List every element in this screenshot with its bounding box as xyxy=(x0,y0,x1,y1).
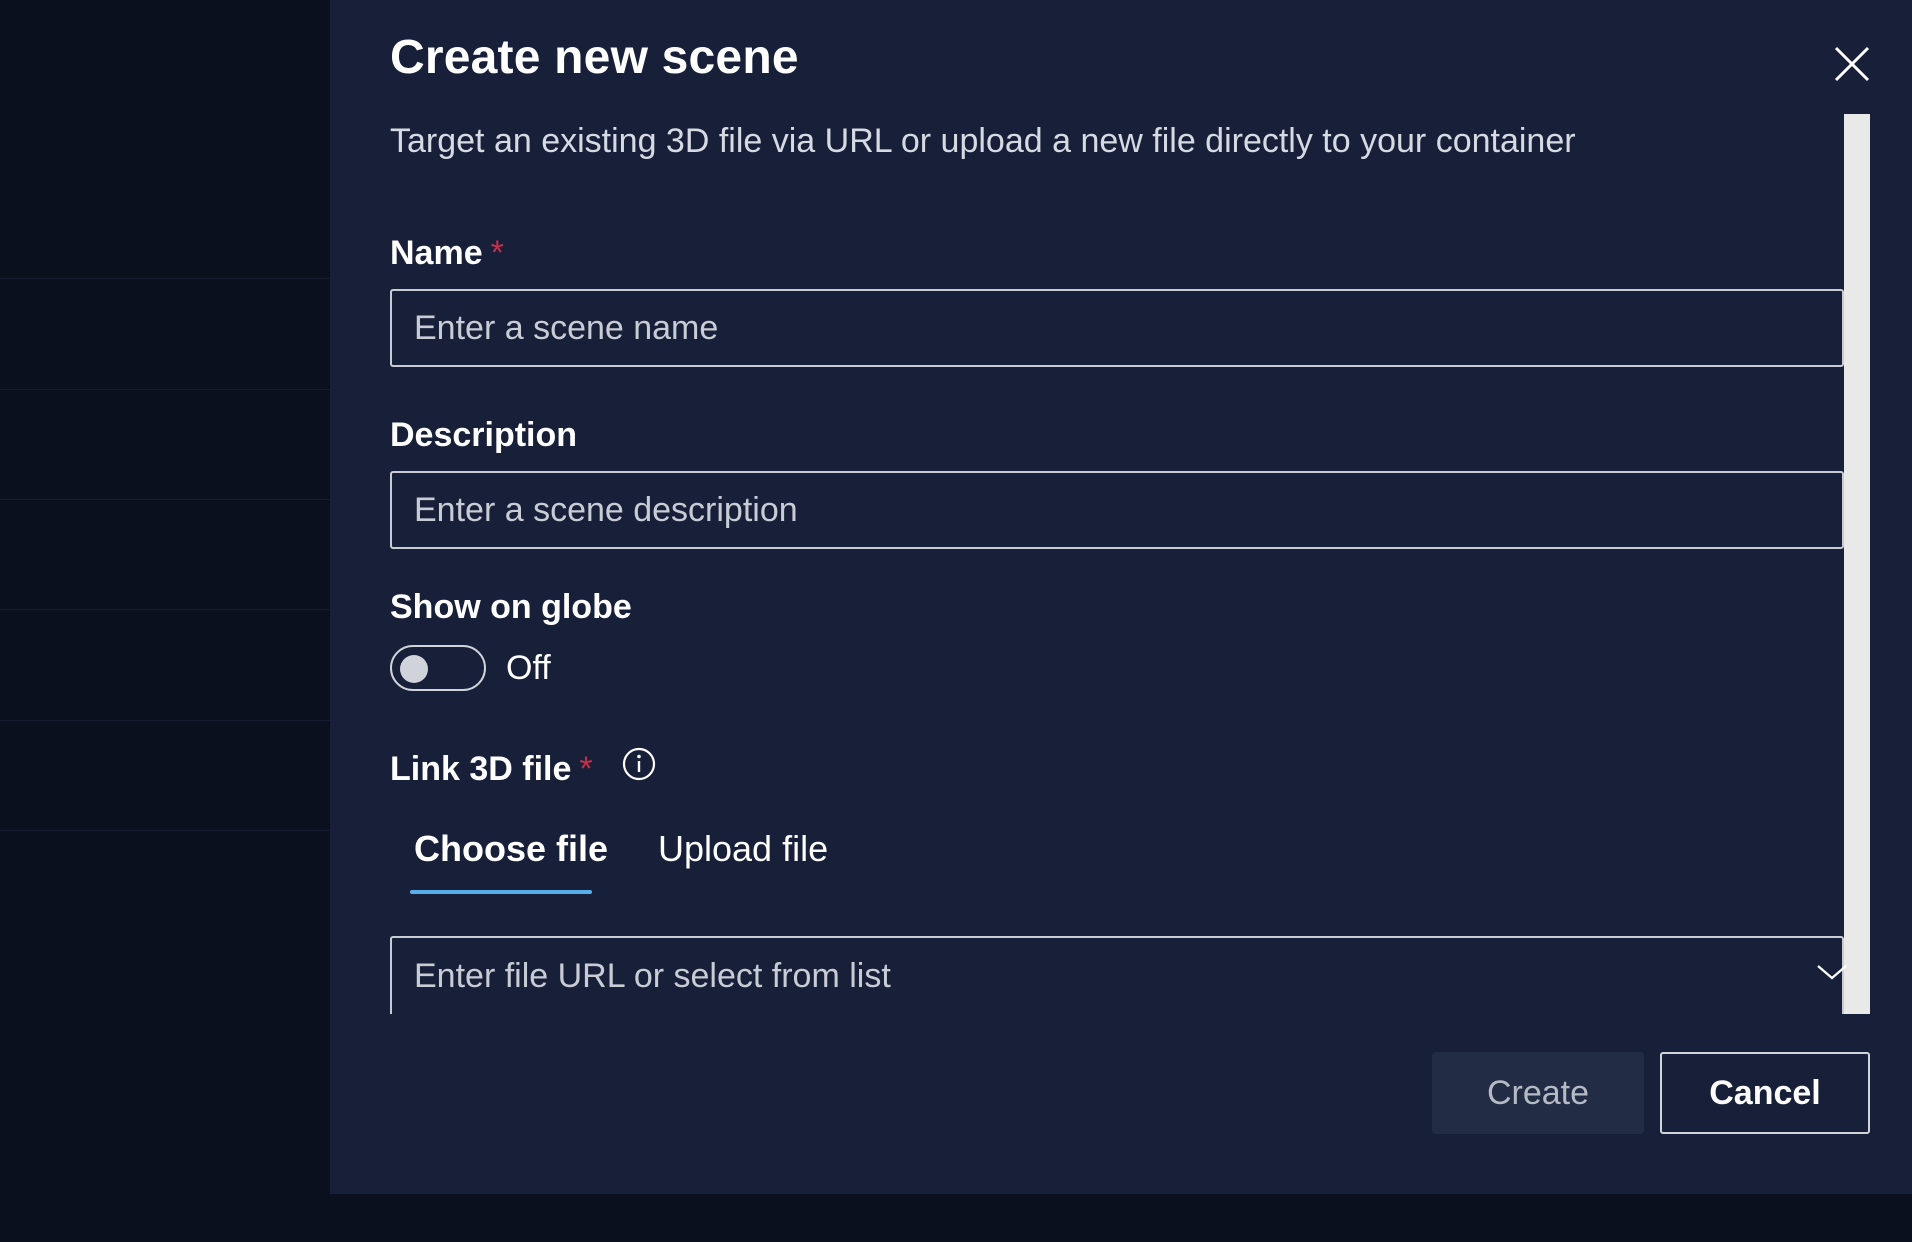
file-url-combobox[interactable] xyxy=(390,936,1844,1014)
show-on-globe-toggle[interactable] xyxy=(390,645,486,691)
active-tab-indicator xyxy=(410,890,592,894)
cancel-button[interactable]: Cancel xyxy=(1660,1052,1870,1134)
dialog-subtitle: Target an existing 3D file via URL or up… xyxy=(390,122,1576,160)
info-button[interactable] xyxy=(622,747,656,781)
chevron-down-icon xyxy=(1817,965,1847,980)
name-label-text: Name xyxy=(390,234,483,272)
link-3d-file-label: Link 3D file * xyxy=(390,750,593,789)
dialog-title: Create new scene xyxy=(390,31,799,84)
close-icon xyxy=(1834,46,1870,82)
required-marker: * xyxy=(490,234,504,272)
required-marker: * xyxy=(579,750,593,788)
backdrop-divider xyxy=(0,830,330,831)
backdrop-divider xyxy=(0,278,330,279)
close-button[interactable] xyxy=(1832,44,1872,84)
show-on-globe-toggle-group: Off xyxy=(390,643,551,693)
backdrop-divider xyxy=(0,609,330,610)
create-button[interactable]: Create xyxy=(1432,1052,1644,1134)
scene-description-input[interactable] xyxy=(390,471,1844,549)
backdrop-divider xyxy=(0,720,330,721)
name-label: Name * xyxy=(390,234,504,273)
scrollbar[interactable] xyxy=(1844,114,1870,1014)
tab-choose-file[interactable]: Choose file xyxy=(410,828,612,870)
backdrop-divider xyxy=(0,389,330,390)
file-dropdown-button[interactable] xyxy=(1814,960,1850,984)
description-label: Description xyxy=(390,416,578,454)
scene-name-input[interactable] xyxy=(390,289,1844,367)
backdrop-divider xyxy=(0,499,330,500)
create-scene-dialog: Create new scene Target an existing 3D f… xyxy=(330,0,1912,1194)
show-on-globe-label: Show on globe xyxy=(390,588,632,626)
toggle-state-text: Off xyxy=(506,648,551,687)
info-icon xyxy=(622,747,656,781)
toggle-knob xyxy=(400,655,428,683)
tab-upload-file[interactable]: Upload file xyxy=(654,828,832,870)
link-3d-file-label-text: Link 3D file xyxy=(390,750,572,788)
file-url-input[interactable] xyxy=(392,938,1842,1014)
